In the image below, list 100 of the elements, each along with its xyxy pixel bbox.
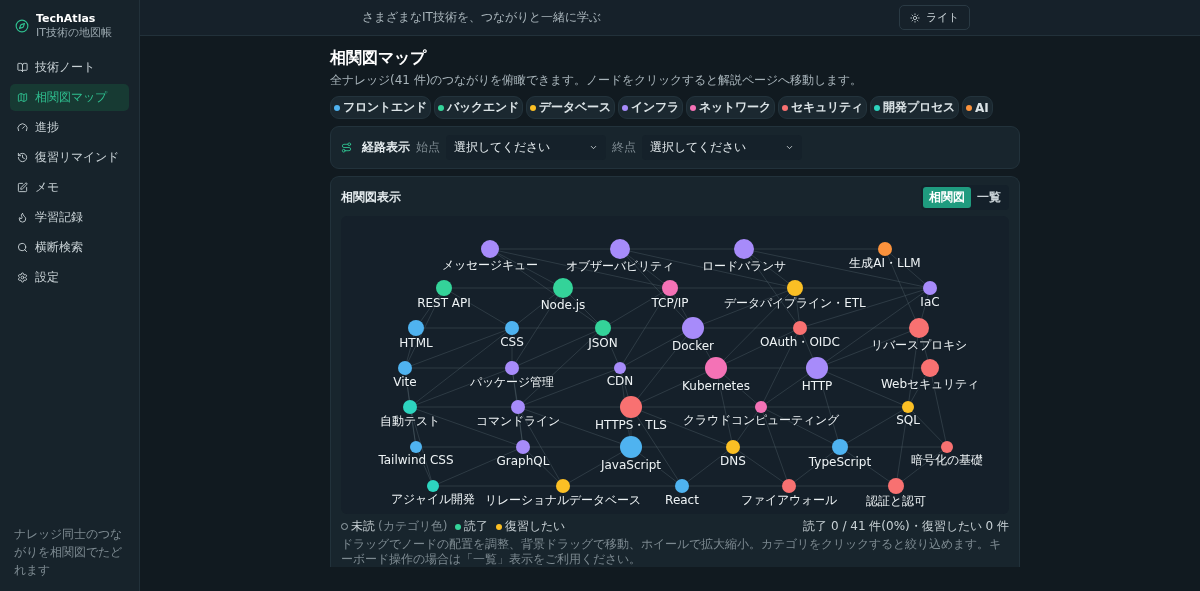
- graph-node[interactable]: [481, 240, 499, 258]
- graph-node[interactable]: [923, 281, 937, 295]
- page-description: 全ナレッジ(41 件)のつながりを俯瞰できます。ノードをクリックすると解説ページへ移動します。: [330, 72, 864, 89]
- history-icon: [17, 152, 28, 163]
- graph-node[interactable]: [902, 401, 914, 413]
- graph-node[interactable]: [682, 317, 704, 339]
- graph-node[interactable]: [505, 361, 519, 375]
- graph-node[interactable]: [620, 436, 642, 458]
- category-chip[interactable]: ネットワーク: [686, 96, 775, 119]
- brand-name: TechAtlas: [36, 12, 97, 25]
- graph-node[interactable]: [941, 441, 953, 453]
- sidebar-item[interactable]: 進捗: [10, 114, 129, 141]
- category-chip[interactable]: 開発プロセス: [870, 96, 959, 119]
- graph-node[interactable]: [620, 396, 642, 418]
- graph-node[interactable]: [436, 280, 452, 296]
- category-chip[interactable]: データベース: [526, 96, 615, 119]
- graph-node[interactable]: [755, 401, 767, 413]
- node-label: HTTP: [801, 379, 833, 393]
- graph-title: 相関図表示: [341, 189, 401, 206]
- end-select[interactable]: 選択してください: [642, 135, 802, 160]
- start-label: 始点: [416, 139, 440, 156]
- graph-node[interactable]: [726, 440, 740, 454]
- graph-node[interactable]: [782, 479, 796, 493]
- graph-node[interactable]: [793, 321, 807, 335]
- end-label: 終点: [612, 139, 636, 156]
- graph-node[interactable]: [556, 479, 570, 493]
- node-label: HTML: [399, 336, 433, 350]
- gauge-icon: [17, 122, 28, 133]
- legend-item: 読了: [455, 518, 489, 535]
- node-label: パッケージ管理: [470, 375, 554, 389]
- graph-node[interactable]: [806, 357, 828, 379]
- graph-node[interactable]: [427, 480, 439, 492]
- pen-square-icon: [17, 182, 28, 193]
- node-label: JavaScript: [600, 458, 662, 472]
- map-icon: [17, 92, 28, 103]
- compass-icon: [15, 19, 29, 33]
- graph-canvas[interactable]: [341, 216, 1009, 514]
- category-chip[interactable]: AI: [962, 96, 993, 119]
- graph-node[interactable]: [595, 320, 611, 336]
- node-label: TCP/IP: [651, 296, 689, 310]
- graph-node[interactable]: [921, 359, 939, 377]
- book-icon: [17, 62, 28, 73]
- sidebar-item[interactable]: 横断検索: [10, 234, 129, 261]
- header-tagline: さまざまなIT技術を、つながりと一緒に学ぶ: [362, 9, 601, 26]
- node-label: DNS: [720, 454, 746, 468]
- node-label: REST API: [417, 296, 471, 310]
- theme-button[interactable]: ライト: [899, 5, 970, 30]
- sun-icon: [910, 12, 920, 23]
- graph-node[interactable]: [398, 361, 412, 375]
- node-label: 生成AI・LLM: [849, 256, 921, 270]
- node-label: GraphQL: [496, 454, 550, 468]
- node-label: オブザーバビリティ: [566, 259, 674, 273]
- view-tab[interactable]: 一覧: [971, 187, 1007, 208]
- node-label: Tailwind CSS: [378, 453, 454, 467]
- graph-node[interactable]: [403, 400, 417, 414]
- graph-node[interactable]: [888, 478, 904, 494]
- node-label: HTTPS・TLS: [595, 418, 667, 432]
- graph-node[interactable]: [408, 320, 424, 336]
- graph-node[interactable]: [909, 318, 929, 338]
- node-label: Webセキュリティ: [880, 377, 980, 391]
- legend-item: 復習したい: [496, 518, 566, 535]
- sidebar-item[interactable]: メモ: [10, 174, 129, 201]
- category-chip[interactable]: インフラ: [618, 96, 683, 119]
- graph-node[interactable]: [832, 439, 848, 455]
- node-label: Node.js: [540, 298, 586, 312]
- node-label: ロードバランサ: [702, 259, 786, 273]
- graph-node[interactable]: [734, 239, 754, 259]
- node-label: Vite: [393, 375, 417, 389]
- node-label: 暗号化の基礎: [911, 453, 983, 467]
- category-chip[interactable]: フロントエンド: [330, 96, 431, 119]
- sidebar-item[interactable]: 設定: [10, 264, 129, 291]
- graph-node[interactable]: [410, 441, 422, 453]
- graph-node[interactable]: [614, 362, 626, 374]
- start-select[interactable]: 選択してください: [446, 135, 606, 160]
- category-chip[interactable]: バックエンド: [434, 96, 523, 119]
- sidebar-item[interactable]: 復習リマインド: [10, 144, 129, 171]
- graph-node[interactable]: [516, 440, 530, 454]
- graph-node[interactable]: [662, 280, 678, 296]
- graph-node[interactable]: [878, 242, 892, 256]
- sidebar-item[interactable]: 技術ノート: [10, 54, 129, 81]
- graph-node[interactable]: [675, 479, 689, 493]
- settings-icon: [17, 272, 28, 283]
- node-label: OAuth・OIDC: [760, 335, 840, 349]
- legend-item: 未読 (カテゴリ色): [341, 518, 448, 535]
- node-label: 自動テスト: [380, 414, 440, 428]
- node-label: メッセージキュー: [442, 258, 538, 272]
- category-chip[interactable]: セキュリティ: [778, 96, 867, 119]
- graph-node[interactable]: [511, 400, 525, 414]
- graph-node[interactable]: [505, 321, 519, 335]
- node-label: データパイプライン・ETL: [724, 296, 866, 310]
- sidebar-item[interactable]: 相関図マップ: [10, 84, 129, 111]
- graph-node[interactable]: [610, 239, 630, 259]
- chevron-icon: [785, 143, 794, 152]
- graph-node[interactable]: [553, 278, 573, 298]
- node-label: クラウドコンピューティング: [683, 413, 839, 427]
- search-icon: [17, 242, 28, 253]
- sidebar-item[interactable]: 学習記録: [10, 204, 129, 231]
- graph-node[interactable]: [705, 357, 727, 379]
- graph-node[interactable]: [787, 280, 803, 296]
- node-label: リバースプロキシ: [871, 338, 967, 352]
